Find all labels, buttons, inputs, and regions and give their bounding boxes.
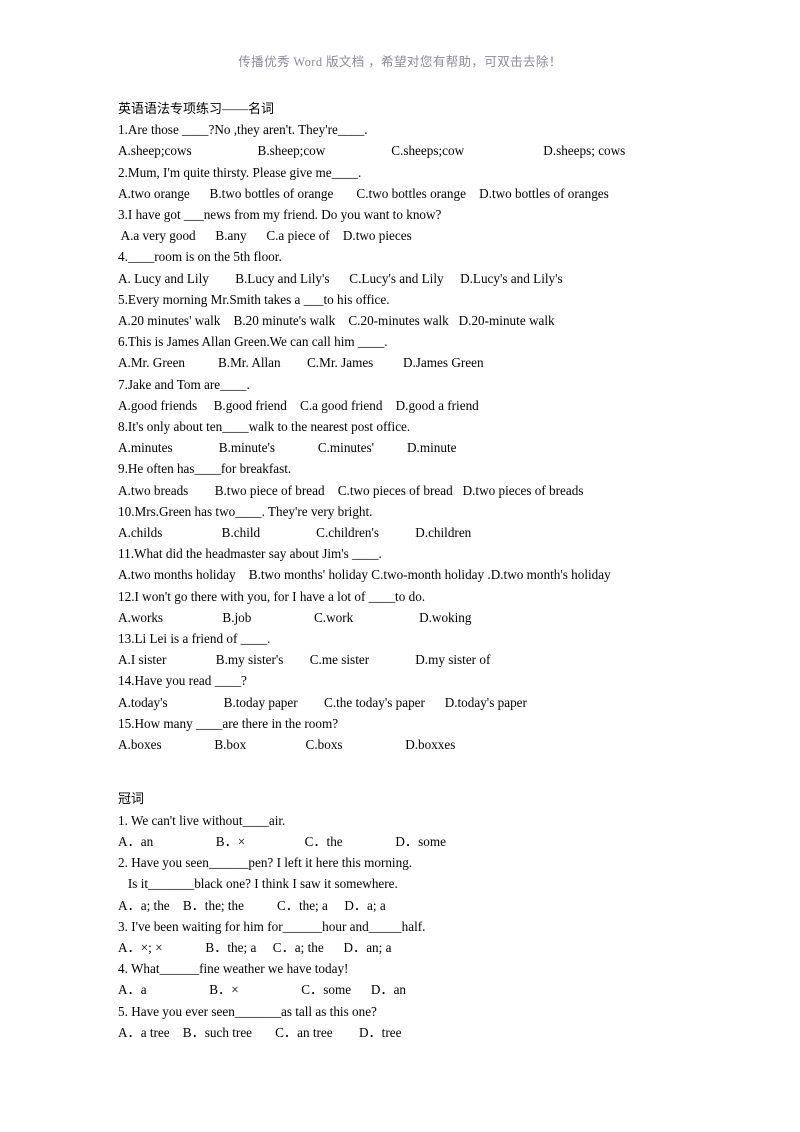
question-line: 5.Every morning Mr.Smith takes a ___to h… <box>118 291 390 307</box>
options-line: A.works B.job C.work D.woking <box>118 609 472 625</box>
question-line: 11.What did the headmaster say about Jim… <box>118 546 382 562</box>
options-line: A.today's B.today paper C.the today's pa… <box>118 694 527 710</box>
options-line: A．a tree B．such tree C．an tree D．tree <box>118 1024 402 1040</box>
watermark-text: 传播优秀 Word 版文档 ，希望对您有帮助，可双击去除！ <box>238 55 562 69</box>
question-line: 9.He often has____for breakfast. <box>118 461 292 477</box>
question-line: 1.Are those ____?No ,they aren't. They'r… <box>118 122 368 138</box>
options-line: A.Mr. Green B.Mr. Allan C.Mr. James D.Ja… <box>118 355 484 371</box>
question-line: 14.Have you read ____? <box>118 673 247 689</box>
question-line: 4.____room is on the 5th floor. <box>118 249 282 265</box>
document-body: 英语语法专项练习——名词 1.Are those ____?No ,they a… <box>118 98 718 1043</box>
options-line: A. Lucy and Lily B.Lucy and Lily's C.Luc… <box>118 270 563 286</box>
question-line: 6.This is James Allan Green.We can call … <box>118 334 388 350</box>
question-line: 4. What______fine weather we have today! <box>118 961 349 977</box>
section-gap-small <box>118 776 718 788</box>
options-line: A.two orange B.two bottles of orange C.t… <box>118 185 609 201</box>
question-line: 3.I have got ___news from my friend. Do … <box>118 207 442 223</box>
question-line: 2.Mum, I'm quite thirsty. Please give me… <box>118 164 362 180</box>
options-line: A.a very good B.any C.a piece of D.two p… <box>118 228 412 244</box>
section-heading-articles: 冠词 <box>118 791 145 807</box>
options-line: A.two breads B.two piece of bread C.two … <box>118 482 584 498</box>
question-line: 10.Mrs.Green has two____. They're very b… <box>118 503 373 519</box>
question-line-continued: Is it_______black one? I think I saw it … <box>118 876 398 892</box>
options-line: A．a; the B．the; the C．the; a D．a; a <box>118 897 386 913</box>
question-line: 8.It's only about ten____walk to the nea… <box>118 419 411 435</box>
options-line: A．an B．× C．the D．some <box>118 833 446 849</box>
options-line: A．×; × B．the; a C．a; the D．an; a <box>118 939 392 955</box>
options-line: A．a B．× C．some D．an <box>118 982 407 998</box>
options-line: A.sheep;cows B.sheep;cow C.sheeps;cow D.… <box>118 143 626 159</box>
options-line: A.20 minutes' walk B.20 minute's walk C.… <box>118 313 555 329</box>
options-line: A.minutes B.minute's C.minutes' D.minute <box>118 440 457 456</box>
question-line: 1. We can't live without____air. <box>118 812 286 828</box>
options-line: A.childs B.child C.children's D.children <box>118 525 472 541</box>
question-line: 5. Have you ever seen_______as tall as t… <box>118 1003 377 1019</box>
question-line: 3. I've been waiting for him for______ho… <box>118 918 426 934</box>
question-line: 13.Li Lei is a friend of ____. <box>118 631 271 647</box>
question-line: 7.Jake and Tom are____. <box>118 376 250 392</box>
question-line: 2. Have you seen______pen? I left it her… <box>118 855 413 871</box>
section-heading-nouns: 英语语法专项练习——名词 <box>118 101 275 116</box>
question-line: 15.How many ____are there in the room? <box>118 715 339 731</box>
options-line: A.good friends B.good friend C.a good fr… <box>118 397 479 413</box>
options-line: A.I sister B.my sister's C.me sister D.m… <box>118 652 491 668</box>
options-line: A.two months holiday B.two months' holid… <box>118 567 611 583</box>
question-line: 12.I won't go there with you, for I have… <box>118 588 426 604</box>
document-page: 传播优秀 Word 版文档 ，希望对您有帮助，可双击去除！ 英语语法专项练习——… <box>0 0 800 1132</box>
options-line: A.boxes B.box C.boxs D.boxxes <box>118 737 456 753</box>
